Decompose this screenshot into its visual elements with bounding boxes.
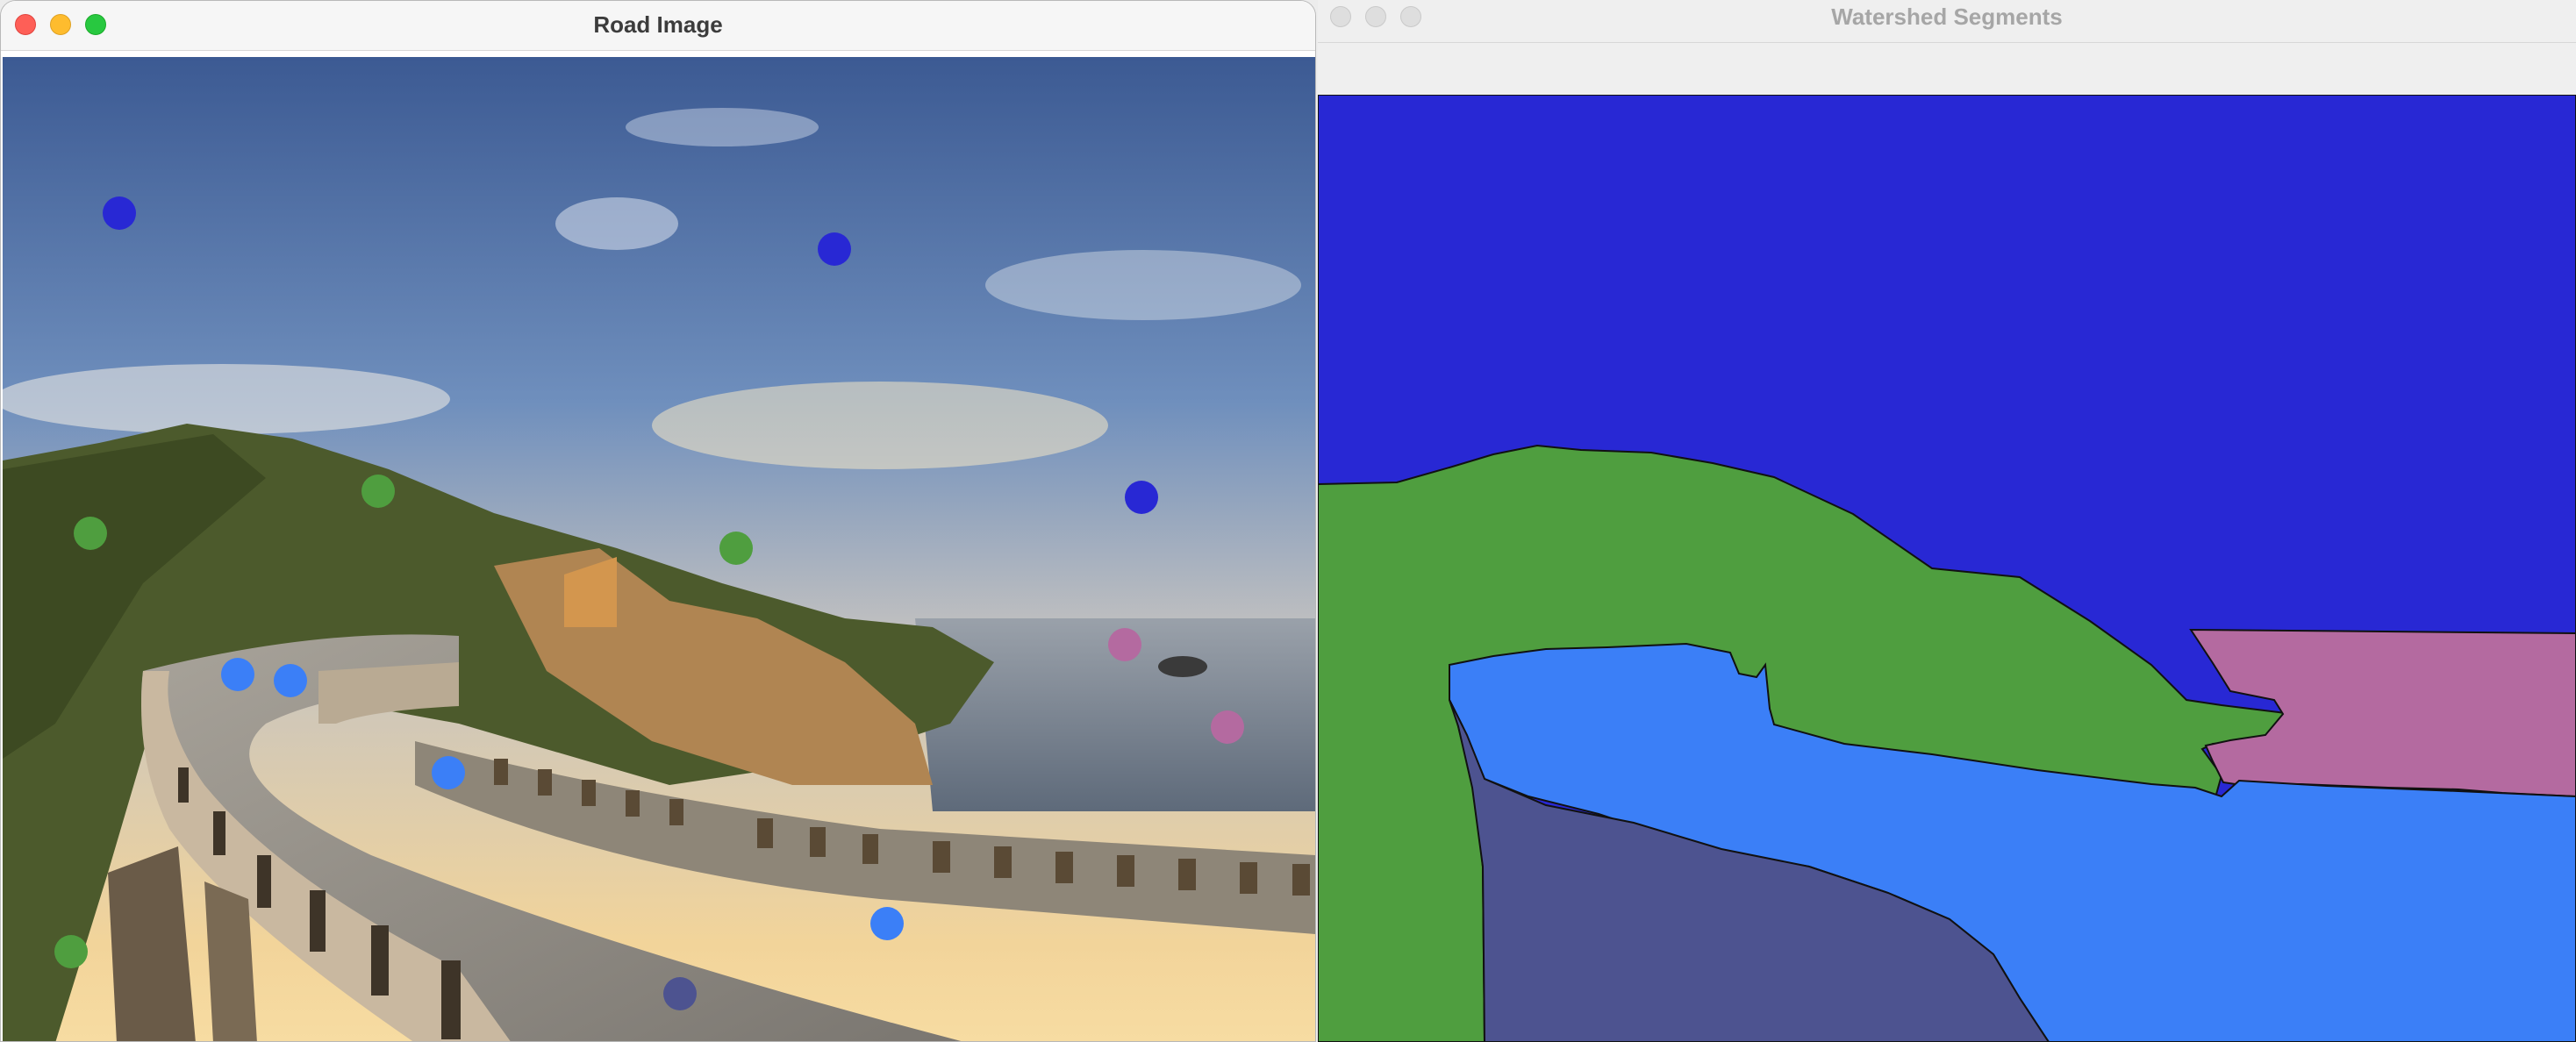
seed-marker-bridge-1 — [663, 977, 697, 1010]
window-title: Road Image — [593, 11, 723, 38]
seed-marker-sky-2 — [818, 232, 851, 266]
seed-marker-hills-1 — [361, 475, 395, 508]
watershed-window: Watershed Segments — [1318, 0, 2576, 1042]
seed-marker-sky-3 — [1125, 481, 1158, 514]
window-toolbar — [1318, 43, 2576, 96]
road-image-window: Road Image — [0, 0, 1316, 1042]
window-title: Watershed Segments — [1831, 4, 2063, 30]
watershed-titlebar[interactable]: Watershed Segments — [1318, 0, 2576, 43]
seed-marker-hills-4 — [54, 935, 88, 968]
segmentation-map[interactable] — [1318, 95, 2576, 1042]
road-image-titlebar[interactable]: Road Image — [1, 1, 1315, 51]
seed-marker-ocean-1 — [1108, 628, 1141, 661]
road-photo-graphic — [3, 57, 1315, 1041]
seed-marker-ocean-2 — [1211, 710, 1244, 744]
seed-marker-sky-1 — [103, 196, 136, 230]
seed-marker-hills-2 — [74, 517, 107, 550]
seed-marker-road-3 — [432, 756, 465, 789]
road-photo[interactable] — [3, 57, 1315, 1041]
seed-marker-road-2 — [274, 664, 307, 697]
seed-marker-road-1 — [221, 658, 254, 691]
seed-marker-hills-3 — [719, 532, 753, 565]
seed-marker-road-4 — [870, 907, 904, 940]
segmentation-graphic — [1318, 95, 2576, 1042]
